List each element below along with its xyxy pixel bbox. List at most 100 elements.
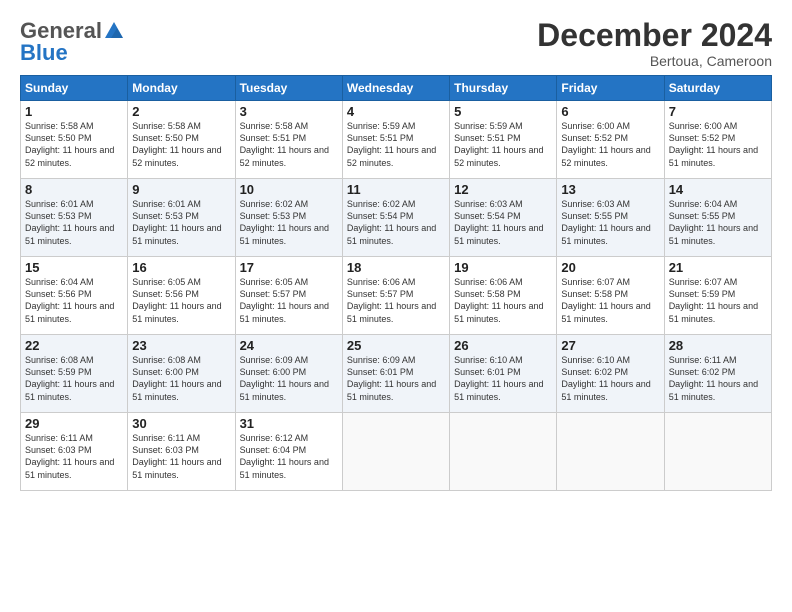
day-number: 28 [669,338,767,353]
day-number: 11 [347,182,445,197]
day-number: 10 [240,182,338,197]
day-info: Sunrise: 6:09 AMSunset: 6:01 PMDaylight:… [347,355,436,401]
day-number: 8 [25,182,123,197]
day-info: Sunrise: 5:58 AMSunset: 5:50 PMDaylight:… [132,121,221,167]
day-info: Sunrise: 6:03 AMSunset: 5:55 PMDaylight:… [561,199,650,245]
day-info: Sunrise: 6:10 AMSunset: 6:01 PMDaylight:… [454,355,543,401]
header: General Blue December 2024 Bertoua, Came… [20,18,772,69]
day-number: 16 [132,260,230,275]
day-cell: 14 Sunrise: 6:04 AMSunset: 5:55 PMDaylig… [664,179,771,257]
day-cell: 3 Sunrise: 5:58 AMSunset: 5:51 PMDayligh… [235,101,342,179]
day-number: 22 [25,338,123,353]
day-cell [342,413,449,491]
day-cell: 22 Sunrise: 6:08 AMSunset: 5:59 PMDaylig… [21,335,128,413]
day-info: Sunrise: 6:11 AMSunset: 6:03 PMDaylight:… [132,433,221,479]
day-info: Sunrise: 6:02 AMSunset: 5:53 PMDaylight:… [240,199,329,245]
day-info: Sunrise: 6:01 AMSunset: 5:53 PMDaylight:… [25,199,114,245]
day-cell: 2 Sunrise: 5:58 AMSunset: 5:50 PMDayligh… [128,101,235,179]
day-number: 2 [132,104,230,119]
col-friday: Friday [557,76,664,101]
day-cell: 28 Sunrise: 6:11 AMSunset: 6:02 PMDaylig… [664,335,771,413]
logo-blue: Blue [20,40,68,66]
day-info: Sunrise: 6:11 AMSunset: 6:02 PMDaylight:… [669,355,758,401]
calendar-subtitle: Bertoua, Cameroon [537,53,772,69]
day-cell: 26 Sunrise: 6:10 AMSunset: 6:01 PMDaylig… [450,335,557,413]
col-thursday: Thursday [450,76,557,101]
day-number: 23 [132,338,230,353]
week-row-5: 29 Sunrise: 6:11 AMSunset: 6:03 PMDaylig… [21,413,772,491]
calendar-page: General Blue December 2024 Bertoua, Came… [0,0,792,612]
col-tuesday: Tuesday [235,76,342,101]
day-cell: 6 Sunrise: 6:00 AMSunset: 5:52 PMDayligh… [557,101,664,179]
day-cell: 18 Sunrise: 6:06 AMSunset: 5:57 PMDaylig… [342,257,449,335]
day-info: Sunrise: 6:05 AMSunset: 5:56 PMDaylight:… [132,277,221,323]
day-info: Sunrise: 6:11 AMSunset: 6:03 PMDaylight:… [25,433,114,479]
day-cell: 7 Sunrise: 6:00 AMSunset: 5:52 PMDayligh… [664,101,771,179]
day-number: 13 [561,182,659,197]
day-info: Sunrise: 5:59 AMSunset: 5:51 PMDaylight:… [347,121,436,167]
day-info: Sunrise: 5:58 AMSunset: 5:50 PMDaylight:… [25,121,114,167]
day-number: 21 [669,260,767,275]
day-number: 6 [561,104,659,119]
col-monday: Monday [128,76,235,101]
day-number: 12 [454,182,552,197]
day-number: 30 [132,416,230,431]
day-cell: 15 Sunrise: 6:04 AMSunset: 5:56 PMDaylig… [21,257,128,335]
day-info: Sunrise: 6:06 AMSunset: 5:58 PMDaylight:… [454,277,543,323]
day-info: Sunrise: 6:08 AMSunset: 6:00 PMDaylight:… [132,355,221,401]
day-number: 20 [561,260,659,275]
day-cell: 5 Sunrise: 5:59 AMSunset: 5:51 PMDayligh… [450,101,557,179]
day-number: 3 [240,104,338,119]
header-row: Sunday Monday Tuesday Wednesday Thursday… [21,76,772,101]
calendar-table: Sunday Monday Tuesday Wednesday Thursday… [20,75,772,491]
day-info: Sunrise: 6:04 AMSunset: 5:55 PMDaylight:… [669,199,758,245]
day-info: Sunrise: 6:07 AMSunset: 5:58 PMDaylight:… [561,277,650,323]
day-cell: 1 Sunrise: 5:58 AMSunset: 5:50 PMDayligh… [21,101,128,179]
day-number: 18 [347,260,445,275]
day-info: Sunrise: 6:09 AMSunset: 6:00 PMDaylight:… [240,355,329,401]
day-cell: 31 Sunrise: 6:12 AMSunset: 6:04 PMDaylig… [235,413,342,491]
day-cell: 27 Sunrise: 6:10 AMSunset: 6:02 PMDaylig… [557,335,664,413]
logo: General Blue [20,18,126,66]
day-cell: 4 Sunrise: 5:59 AMSunset: 5:51 PMDayligh… [342,101,449,179]
title-block: December 2024 Bertoua, Cameroon [537,18,772,69]
day-number: 25 [347,338,445,353]
day-info: Sunrise: 6:04 AMSunset: 5:56 PMDaylight:… [25,277,114,323]
day-info: Sunrise: 6:03 AMSunset: 5:54 PMDaylight:… [454,199,543,245]
day-number: 17 [240,260,338,275]
day-number: 1 [25,104,123,119]
day-number: 19 [454,260,552,275]
calendar-title: December 2024 [537,18,772,53]
col-saturday: Saturday [664,76,771,101]
day-number: 15 [25,260,123,275]
day-number: 29 [25,416,123,431]
day-number: 24 [240,338,338,353]
day-cell: 20 Sunrise: 6:07 AMSunset: 5:58 PMDaylig… [557,257,664,335]
week-row-3: 15 Sunrise: 6:04 AMSunset: 5:56 PMDaylig… [21,257,772,335]
day-info: Sunrise: 6:07 AMSunset: 5:59 PMDaylight:… [669,277,758,323]
day-number: 31 [240,416,338,431]
day-cell: 30 Sunrise: 6:11 AMSunset: 6:03 PMDaylig… [128,413,235,491]
day-info: Sunrise: 5:59 AMSunset: 5:51 PMDaylight:… [454,121,543,167]
day-cell: 12 Sunrise: 6:03 AMSunset: 5:54 PMDaylig… [450,179,557,257]
day-info: Sunrise: 5:58 AMSunset: 5:51 PMDaylight:… [240,121,329,167]
day-info: Sunrise: 6:12 AMSunset: 6:04 PMDaylight:… [240,433,329,479]
day-cell [664,413,771,491]
day-info: Sunrise: 6:00 AMSunset: 5:52 PMDaylight:… [669,121,758,167]
calendar-body: 1 Sunrise: 5:58 AMSunset: 5:50 PMDayligh… [21,101,772,491]
day-info: Sunrise: 6:06 AMSunset: 5:57 PMDaylight:… [347,277,436,323]
week-row-1: 1 Sunrise: 5:58 AMSunset: 5:50 PMDayligh… [21,101,772,179]
day-cell: 23 Sunrise: 6:08 AMSunset: 6:00 PMDaylig… [128,335,235,413]
day-info: Sunrise: 6:08 AMSunset: 5:59 PMDaylight:… [25,355,114,401]
day-cell: 9 Sunrise: 6:01 AMSunset: 5:53 PMDayligh… [128,179,235,257]
col-sunday: Sunday [21,76,128,101]
day-number: 5 [454,104,552,119]
day-cell [557,413,664,491]
day-number: 27 [561,338,659,353]
day-cell: 10 Sunrise: 6:02 AMSunset: 5:53 PMDaylig… [235,179,342,257]
day-cell: 29 Sunrise: 6:11 AMSunset: 6:03 PMDaylig… [21,413,128,491]
day-cell: 17 Sunrise: 6:05 AMSunset: 5:57 PMDaylig… [235,257,342,335]
day-cell: 11 Sunrise: 6:02 AMSunset: 5:54 PMDaylig… [342,179,449,257]
day-number: 26 [454,338,552,353]
day-number: 14 [669,182,767,197]
